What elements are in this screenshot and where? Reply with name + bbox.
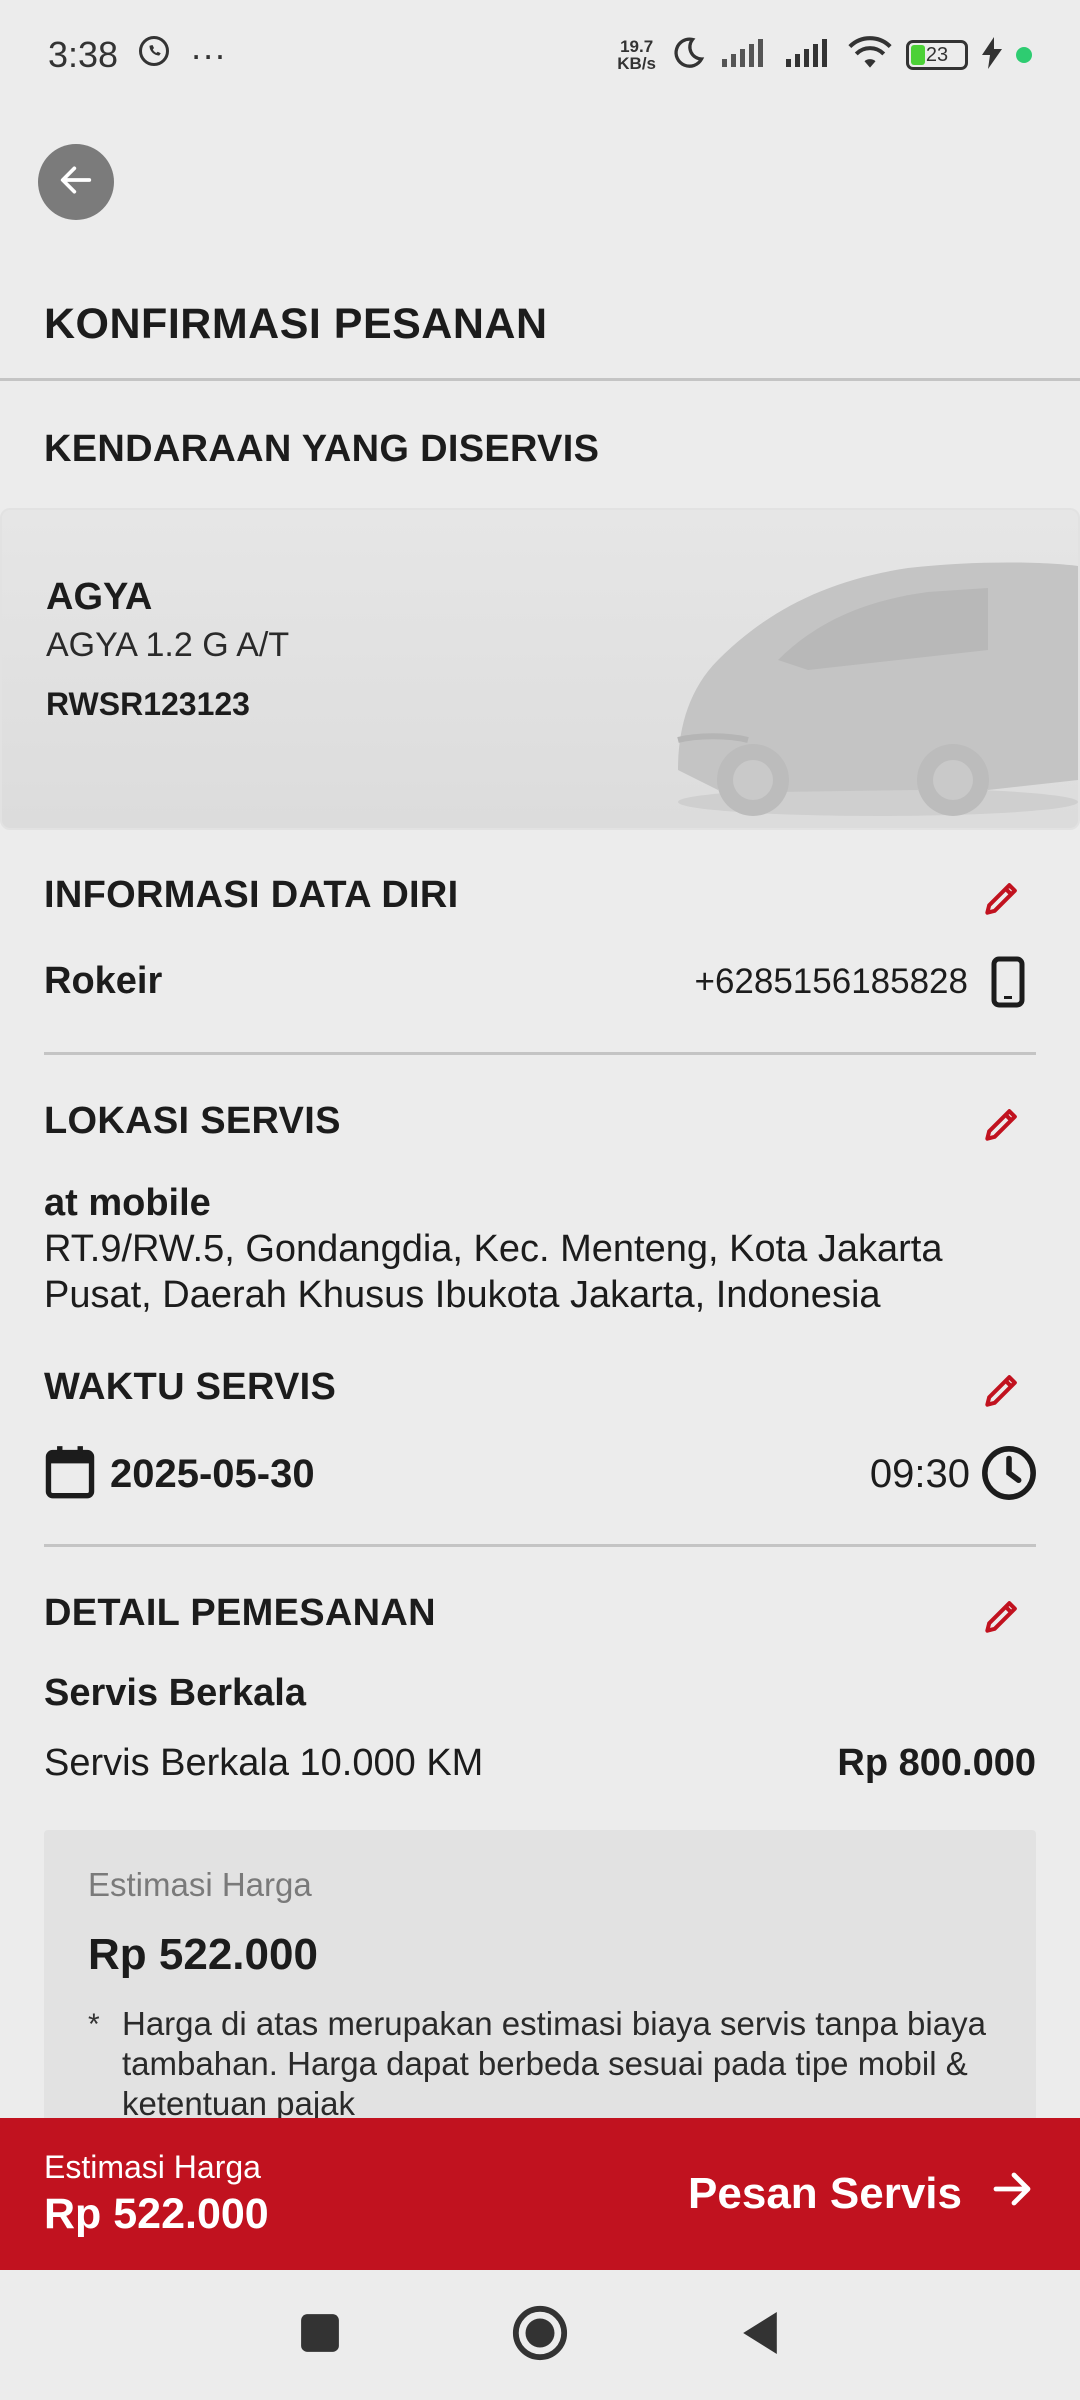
order-service-button[interactable]: Pesan Servis	[688, 2165, 1036, 2224]
bottom-estimate: Estimasi Harga Rp 522.000	[44, 2149, 269, 2239]
whatsapp-icon	[136, 33, 172, 78]
estimate-value: Rp 522.000	[88, 1930, 318, 1979]
calendar-icon	[44, 1444, 96, 1505]
vehicle-section-title: KENDARAAN YANG DISERVIS	[44, 428, 600, 470]
signal-icon	[720, 37, 770, 74]
customer-phone: +6285156185828	[694, 962, 969, 1001]
bottom-estimate-label: Estimasi Harga	[44, 2149, 261, 2185]
vehicle-card: AGYA AGYA 1.2 G A/T RWSR123123	[0, 508, 1080, 830]
home-icon[interactable]	[511, 2304, 569, 2367]
vehicle-model: AGYA	[46, 576, 153, 618]
status-right: 19.7 KB/s 23	[617, 35, 1032, 76]
status-left: 3:38 ···	[48, 33, 226, 78]
service-type: Servis Berkala	[44, 1672, 306, 1714]
page-title: KONFIRMASI PESANAN	[44, 300, 548, 348]
location-title: LOKASI SERVIS	[44, 1100, 341, 1142]
arrow-right-icon	[988, 2165, 1036, 2224]
service-item-name: Servis Berkala 10.000 KM	[44, 1742, 484, 1784]
location-address-line1: RT.9/RW.5, Gondangdia, Kec. Menteng, Kot…	[44, 1228, 943, 1270]
estimate-note: Harga di atas merupakan estimasi biaya s…	[122, 2005, 986, 2122]
wifi-icon	[848, 35, 892, 75]
status-dot	[1016, 47, 1032, 63]
arrow-left-icon	[56, 160, 96, 205]
status-time: 3:38	[48, 34, 119, 75]
vehicle-variant: AGYA 1.2 G A/T	[46, 626, 290, 664]
battery-icon: 23	[906, 40, 968, 70]
car-image	[677, 562, 1078, 816]
personal-info-title: INFORMASI DATA DIRI	[44, 874, 459, 916]
recent-apps-icon[interactable]	[299, 2312, 341, 2359]
status-bar: 3:38 ··· 19.7 KB/s 23	[0, 0, 1080, 110]
more-notifications: ···	[190, 34, 227, 75]
edit-personal-info-icon[interactable]	[980, 876, 1024, 920]
battery-level: 23	[925, 43, 949, 66]
clock-icon	[980, 1444, 1038, 1507]
header-divider	[0, 378, 1080, 381]
system-nav-bar	[0, 2270, 1080, 2400]
service-item-price: Rp 800.000	[837, 1742, 1036, 1784]
charging-icon	[982, 36, 1002, 74]
phone-icon	[988, 956, 1028, 1013]
edit-location-icon[interactable]	[980, 1102, 1024, 1146]
service-time-title: WAKTU SERVIS	[44, 1366, 337, 1408]
bottom-estimate-value: Rp 522.000	[44, 2190, 269, 2238]
location-address-line2: Pusat, Daerah Khusus Ibukota Jakarta, In…	[44, 1274, 881, 1316]
service-date: 2025-05-30	[110, 1452, 315, 1496]
estimate-label: Estimasi Harga	[88, 1866, 312, 1903]
edit-service-time-icon[interactable]	[980, 1368, 1024, 1412]
personal-info-divider	[44, 1052, 1036, 1055]
customer-name: Rokeir	[44, 960, 163, 1002]
signal-icon-2	[784, 37, 834, 74]
order-detail-title: DETAIL PEMESANAN	[44, 1592, 436, 1634]
bottom-action-bar: Estimasi Harga Rp 522.000 Pesan Servis	[0, 2118, 1080, 2270]
estimate-note-marker: *	[88, 2008, 100, 2041]
net-speed: 19.7 KB/s	[617, 37, 656, 73]
order-service-label: Pesan Servis	[688, 2169, 962, 2218]
edit-order-detail-icon[interactable]	[980, 1594, 1024, 1638]
estimate-box: Estimasi Harga Rp 522.000 * Harga di ata…	[44, 1830, 1036, 2130]
vehicle-plate: RWSR123123	[46, 686, 250, 722]
back-nav-icon[interactable]	[739, 2309, 781, 2362]
back-button[interactable]	[38, 144, 114, 220]
moon-icon	[670, 35, 706, 76]
service-time-divider	[44, 1544, 1036, 1547]
location-place: at mobile	[44, 1182, 211, 1224]
service-time: 09:30	[869, 1452, 970, 1496]
